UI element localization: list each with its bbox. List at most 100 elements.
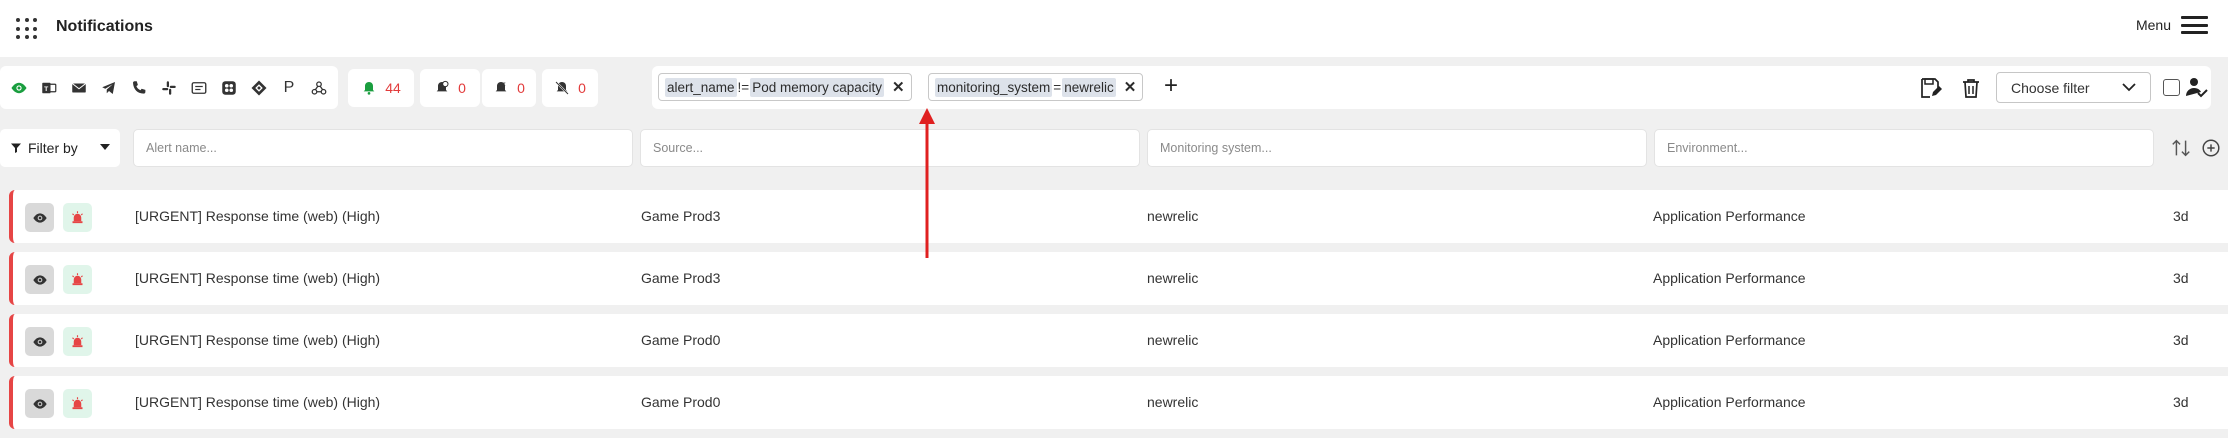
filter-operator: !=: [737, 79, 750, 95]
sort-icon[interactable]: [2170, 137, 2192, 159]
filter-by-label: Filter by: [28, 140, 78, 156]
source-cell: Game Prod0: [641, 394, 721, 410]
annotation-arrow: [919, 108, 935, 258]
filter-chip-monitoring-system[interactable]: monitoring_system = newrelic ✕: [928, 73, 1144, 101]
source-cell: Game Prod3: [641, 270, 721, 286]
siren-icon: [72, 397, 83, 410]
siren-icon: [72, 211, 83, 224]
active-filter-bar: alert_name != Pod memory capacity ✕ moni…: [652, 66, 2211, 109]
filter-operator: =: [1053, 79, 1062, 95]
choose-filter-select[interactable]: Choose filter: [1996, 72, 2151, 103]
alert-name-cell: [URGENT] Response time (web) (High): [135, 394, 381, 410]
alert-name-cell: [URGENT] Response time (web) (High): [135, 332, 381, 348]
monitoring-system-search-input[interactable]: [1147, 129, 1647, 167]
trash-icon[interactable]: [1959, 76, 1983, 100]
snooze-icon: z: [495, 81, 507, 92]
acknowledged-count: 0: [458, 80, 466, 96]
source-search-input[interactable]: [640, 129, 1140, 167]
sms-icon[interactable]: [188, 77, 210, 99]
chevron-down-icon: [2122, 83, 2136, 92]
email-icon[interactable]: [68, 77, 90, 99]
firing-count: 44: [385, 80, 401, 96]
snoozed-count-filter[interactable]: z 0: [482, 69, 536, 107]
alarm-icon: [363, 82, 375, 95]
pagerduty-icon[interactable]: P: [278, 77, 300, 99]
filter-chip-alert-name[interactable]: alert_name != Pod memory capacity ✕: [658, 73, 912, 101]
view-button[interactable]: [25, 389, 54, 418]
filter-value: Pod memory capacity: [750, 77, 884, 97]
alarm-status-badge[interactable]: [63, 203, 92, 232]
eye-icon[interactable]: [8, 77, 30, 99]
teams-icon[interactable]: T: [38, 77, 60, 99]
acknowledged-count-filter[interactable]: 0: [420, 69, 480, 107]
filter-value: newrelic: [1062, 77, 1116, 97]
eye-icon: [32, 398, 47, 409]
muted-bell-icon: [555, 81, 569, 95]
table-row[interactable]: [URGENT] Response time (web) (High) Game…: [9, 314, 2228, 367]
environment-cell: Application Performance: [1653, 208, 1806, 224]
environment-cell: Application Performance: [1653, 394, 1806, 410]
siren-icon: [72, 335, 83, 348]
muted-count-filter[interactable]: 0: [542, 69, 598, 107]
menu-button[interactable]: Menu: [2136, 16, 2208, 34]
save-filter-icon[interactable]: [1918, 76, 1942, 100]
alarm-status-badge[interactable]: [63, 327, 92, 356]
source-cell: Game Prod0: [641, 332, 721, 348]
remove-filter-icon[interactable]: ✕: [1124, 78, 1137, 96]
filter-by-dropdown[interactable]: Filter by: [0, 129, 120, 167]
monitoring-cell: newrelic: [1147, 394, 1199, 410]
age-cell: 3d: [2173, 394, 2189, 410]
caret-down-icon: [100, 144, 110, 150]
alert-name-cell: [URGENT] Response time (web) (High): [135, 208, 381, 224]
search-row: Filter by: [0, 129, 2228, 167]
environment-cell: Application Performance: [1653, 270, 1806, 286]
webhook-icon[interactable]: [308, 77, 330, 99]
box-icon[interactable]: [218, 77, 240, 99]
choose-filter-label: Choose filter: [2011, 79, 2090, 96]
monitoring-cell: newrelic: [1147, 332, 1199, 348]
eye-icon: [32, 336, 47, 347]
alarm-status-badge[interactable]: [63, 265, 92, 294]
firing-count-filter[interactable]: 44: [348, 69, 414, 107]
environment-search-input[interactable]: [1654, 129, 2154, 167]
eye-icon: [32, 274, 47, 285]
age-cell: 3d: [2173, 332, 2189, 348]
monitoring-cell: newrelic: [1147, 270, 1199, 286]
table-row[interactable]: [URGENT] Response time (web) (High) Game…: [9, 252, 2228, 305]
jira-icon[interactable]: [248, 77, 270, 99]
filter-key: alert_name: [665, 77, 737, 97]
view-button[interactable]: [25, 265, 54, 294]
phone-icon[interactable]: [128, 77, 150, 99]
filter-key: monitoring_system: [935, 77, 1053, 97]
monitoring-cell: newrelic: [1147, 208, 1199, 224]
top-bar: Notifications Menu: [0, 0, 2228, 57]
alert-name-cell: [URGENT] Response time (web) (High): [135, 270, 381, 286]
table-row[interactable]: [URGENT] Response time (web) (High) Game…: [9, 376, 2228, 429]
select-all-checkbox[interactable]: [2163, 79, 2180, 96]
source-cell: Game Prod3: [641, 208, 721, 224]
user-check-icon[interactable]: [2184, 75, 2208, 99]
remove-filter-icon[interactable]: ✕: [892, 78, 905, 96]
snoozed-count: 0: [517, 80, 525, 96]
age-cell: 3d: [2173, 270, 2189, 286]
svg-text:z: z: [503, 81, 506, 87]
hamburger-icon: [2181, 16, 2208, 34]
page-title: Notifications: [56, 18, 153, 35]
telegram-icon[interactable]: [98, 77, 120, 99]
environment-cell: Application Performance: [1653, 332, 1806, 348]
eye-icon: [32, 212, 47, 223]
table-row[interactable]: [URGENT] Response time (web) (High) Game…: [9, 190, 2228, 243]
acknowledged-icon: [436, 80, 449, 92]
funnel-icon: [11, 143, 21, 153]
app-grid-icon[interactable]: [16, 18, 37, 39]
age-cell: 3d: [2173, 208, 2189, 224]
alarm-status-badge[interactable]: [63, 389, 92, 418]
add-filter-button[interactable]: +: [1164, 72, 1178, 100]
alert-name-search-input[interactable]: [133, 129, 633, 167]
add-circle-icon[interactable]: [2200, 137, 2222, 159]
view-button[interactable]: [25, 327, 54, 356]
slack-icon[interactable]: [158, 77, 180, 99]
view-button[interactable]: [25, 203, 54, 232]
muted-count: 0: [578, 80, 586, 96]
siren-icon: [72, 273, 83, 286]
